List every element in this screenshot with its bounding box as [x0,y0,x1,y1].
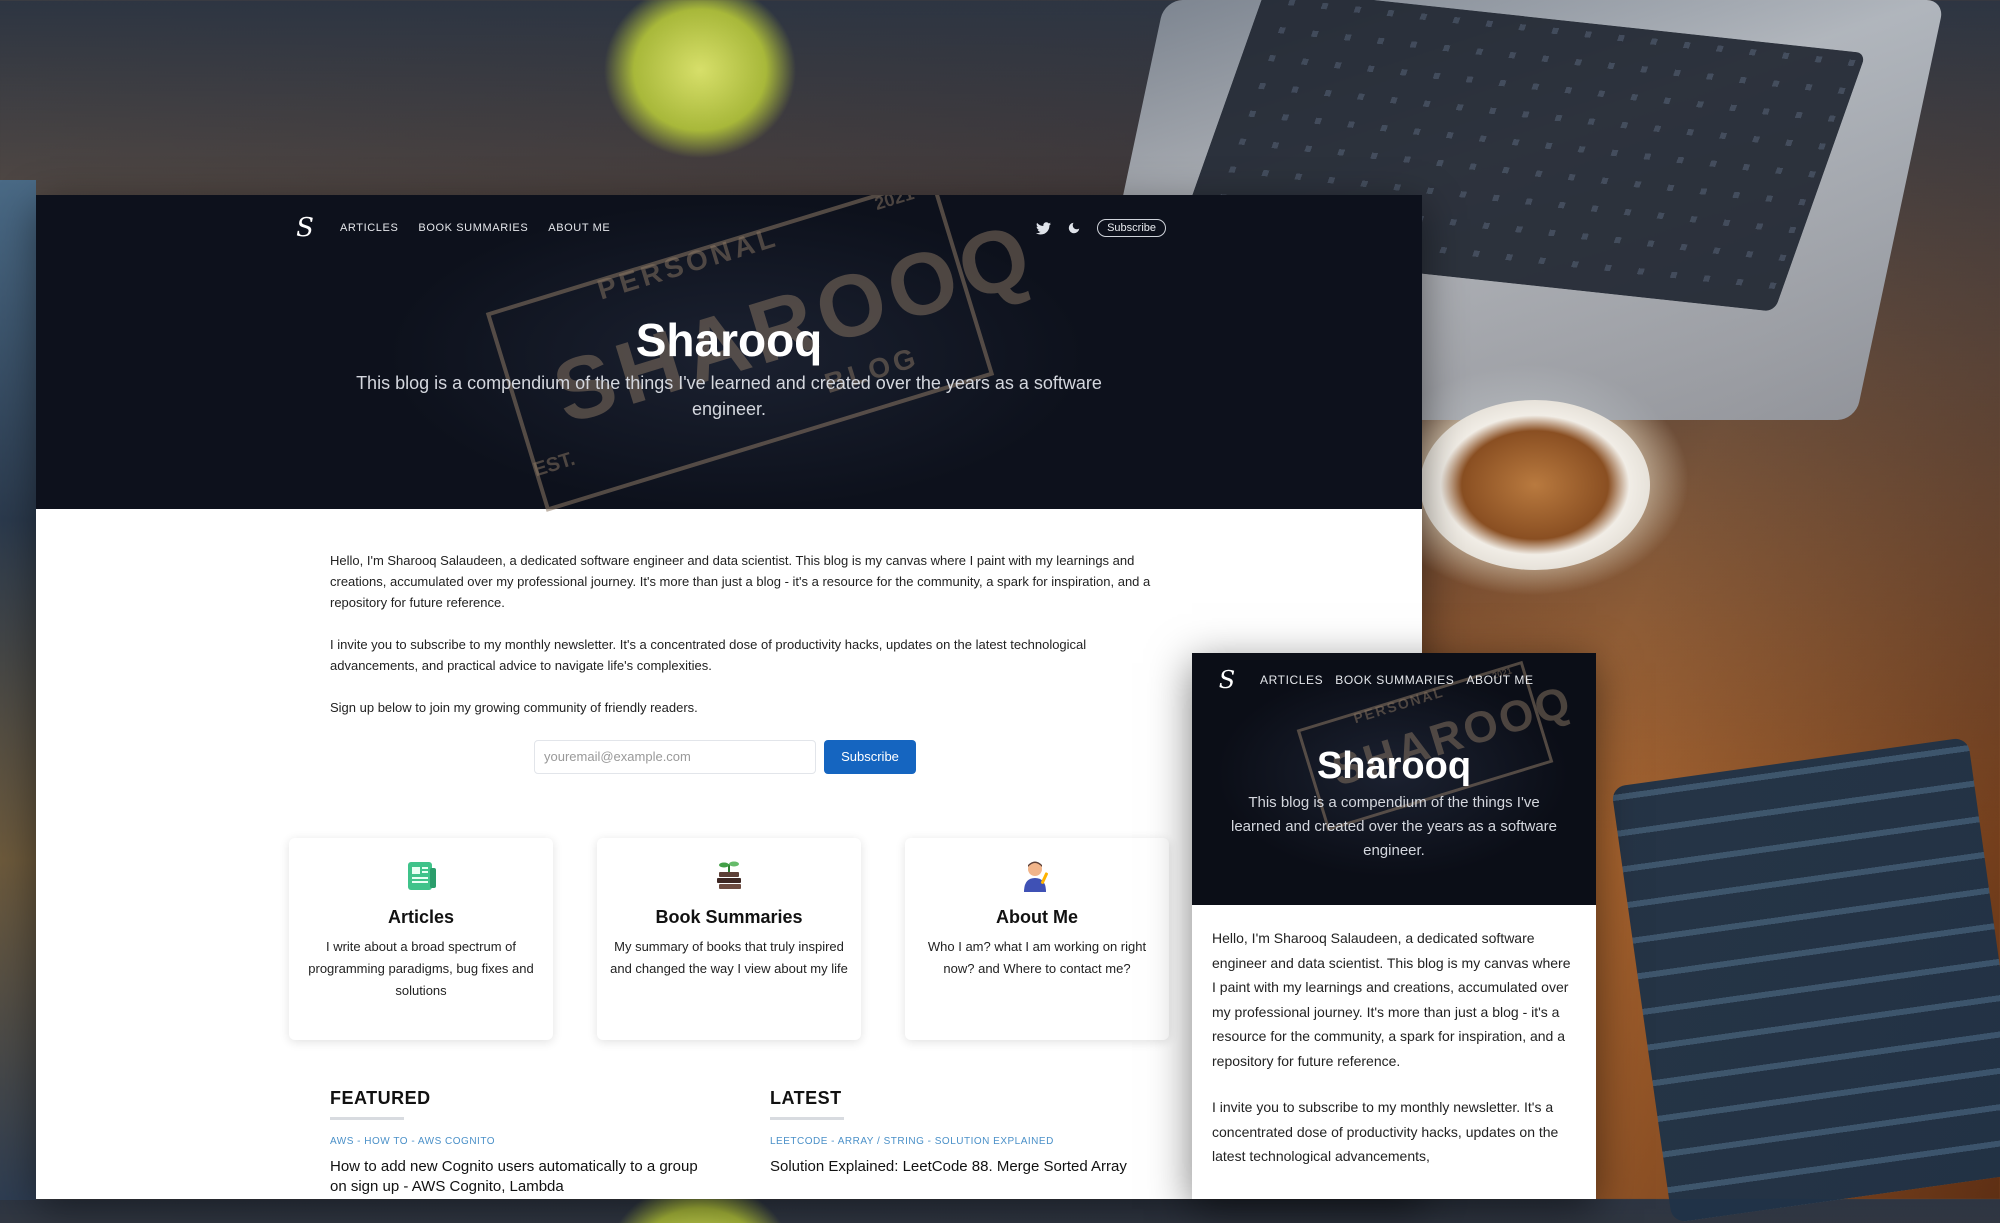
stamp-est-text: EST. [530,447,578,482]
mobile-hero-subtitle: This blog is a compendium of the things … [1230,794,1558,859]
latest-post-tags[interactable]: LEETCODE - ARRAY / STRING - SOLUTION EXP… [770,1136,1150,1147]
site-logo[interactable]: S [292,215,318,241]
nav-book-summaries[interactable]: BOOK SUMMARIES [418,222,528,234]
background-calculator [1611,737,2000,1223]
mobile-nav-articles[interactable]: ARTICLES [1260,673,1323,687]
featured-section: FEATURED AWS - HOW TO - AWS COGNITO How … [330,1088,710,1197]
nav-articles[interactable]: ARTICLES [340,222,398,234]
mobile-site-logo[interactable]: S [1214,667,1240,693]
mobile-site-preview: PERSONAL SHAROOQ 2021 S ARTICLES BOOK SU… [1192,653,1596,1199]
card-articles[interactable]: Articles I write about a broad spectrum … [289,838,553,1040]
mobile-hero-banner: PERSONAL SHAROOQ 2021 S ARTICLES BOOK SU… [1192,653,1596,905]
mobile-intro-text: Hello, I'm Sharooq Salaudeen, a dedicate… [1212,926,1578,1191]
featured-heading: FEATURED [330,1088,431,1108]
intro-text: Hello, I'm Sharooq Salaudeen, a dedicate… [330,550,1160,739]
mobile-nav-about-me[interactable]: ABOUT ME [1466,673,1533,687]
card-book-summaries-desc: My summary of books that truly inspired … [610,939,848,976]
latest-underline [770,1117,844,1120]
background-desk-edge [0,180,36,1200]
hero-subtitle: This blog is a compendium of the things … [356,373,1102,419]
intro-paragraph-3: Sign up below to join my growing communi… [330,700,698,715]
mobile-intro-paragraph-1: Hello, I'm Sharooq Salaudeen, a dedicate… [1212,930,1571,1069]
card-book-summaries-title: Book Summaries [655,907,803,927]
nav-subscribe-button[interactable]: Subscribe [1097,219,1166,237]
featured-post-title[interactable]: How to add new Cognito users automatical… [330,1157,710,1197]
newspaper-icon [408,862,436,890]
featured-post-tags[interactable]: AWS - HOW TO - AWS COGNITO [330,1136,710,1147]
intro-paragraph-2: I invite you to subscribe to my monthly … [330,637,1087,673]
nav-about-me[interactable]: ABOUT ME [548,222,610,234]
subscribe-button[interactable]: Subscribe [824,740,916,774]
card-about-me[interactable]: About Me Who I am? what I am working on … [905,838,1169,1040]
card-book-summaries[interactable]: Book Summaries My summary of books that … [597,838,861,1040]
mobile-hero-title: Sharooq [1316,745,1472,787]
mobile-nav-book-summaries[interactable]: BOOK SUMMARIES [1335,673,1454,687]
top-nav: S ARTICLES BOOK SUMMARIES ABOUT ME Subsc… [292,213,1166,243]
latest-post-title[interactable]: Solution Explained: LeetCode 88. Merge S… [770,1157,1150,1177]
card-articles-title: Articles [387,907,455,927]
hero-banner: PERSONAL SHAROOQ BLOG EST. 2021 S ARTICL… [36,195,1422,512]
moon-icon[interactable] [1067,221,1081,235]
featured-underline [330,1117,404,1120]
mobile-top-nav: S ARTICLES BOOK SUMMARIES ABOUT ME [1214,667,1576,693]
stamp-year-text: 2021 [872,195,917,214]
card-about-me-title: About Me [996,907,1078,927]
background-coffee-cup [1420,400,1650,570]
intro-paragraph-1: Hello, I'm Sharooq Salaudeen, a dedicate… [330,553,1151,610]
nav-actions: Subscribe [1036,219,1166,237]
email-input[interactable]: youremail@example.com [534,740,816,774]
person-icon [1024,861,1049,892]
mobile-intro-paragraph-2: I invite you to subscribe to my monthly … [1212,1099,1559,1164]
card-about-me-desc: Who I am? what I am working on right now… [927,939,1147,976]
card-articles-desc: I write about a broad spectrum of progra… [308,939,534,998]
latest-section: LATEST LEETCODE - ARRAY / STRING - SOLUT… [770,1088,1150,1177]
newsletter-form: youremail@example.com Subscribe [534,740,916,774]
book-sprout-icon [717,861,741,889]
hero-title: Sharooq [635,314,823,366]
latest-heading: LATEST [770,1088,842,1108]
twitter-icon[interactable] [1036,221,1052,235]
